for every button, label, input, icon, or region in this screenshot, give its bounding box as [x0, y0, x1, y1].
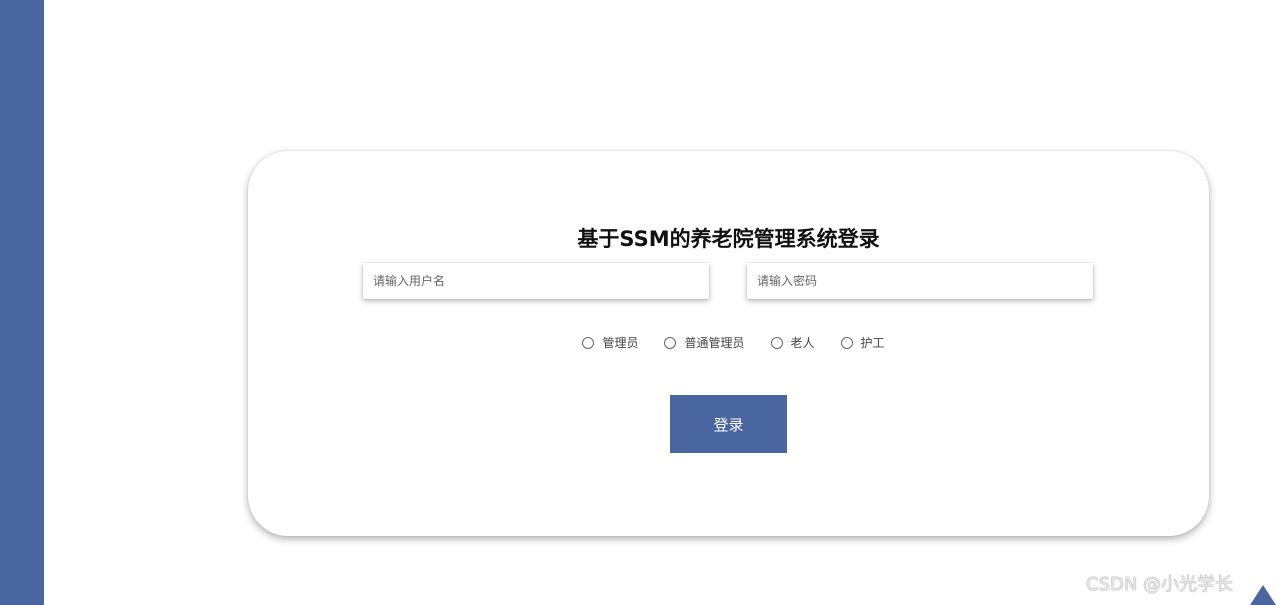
page: 基于SSM的养老院管理系统登录 管理员 普通管理员 老人 护工	[0, 0, 1277, 605]
password-input[interactable]	[747, 263, 1093, 299]
radio-circle-icon[interactable]	[664, 336, 677, 349]
radio-circle-icon[interactable]	[582, 336, 595, 349]
role-label: 普通管理员	[684, 336, 745, 350]
password-field-wrapper	[747, 263, 1093, 299]
login-button[interactable]: 登录	[670, 395, 787, 453]
login-title: 基于SSM的养老院管理系统登录	[577, 227, 880, 251]
role-option-general-admin[interactable]: 普通管理员	[664, 334, 745, 351]
role-label: 管理员	[602, 336, 639, 350]
username-field-wrapper	[363, 263, 709, 299]
radio-circle-icon[interactable]	[840, 336, 853, 349]
role-radio-group: 管理员 普通管理员 老人 护工	[248, 334, 1209, 351]
role-option-caregiver[interactable]: 护工	[840, 334, 885, 351]
csdn-watermark: CSDN @小光学长	[1086, 574, 1234, 595]
role-label: 老人	[790, 336, 815, 350]
username-input[interactable]	[363, 263, 709, 299]
role-option-elder[interactable]: 老人	[770, 334, 815, 351]
role-label: 护工	[860, 336, 885, 350]
login-card: 基于SSM的养老院管理系统登录 管理员 普通管理员 老人 护工	[248, 151, 1209, 536]
left-accent-bar	[0, 0, 44, 605]
role-option-admin[interactable]: 管理员	[582, 334, 638, 351]
scroll-top-arrow-icon[interactable]	[1250, 585, 1276, 605]
radio-circle-icon[interactable]	[770, 336, 783, 349]
